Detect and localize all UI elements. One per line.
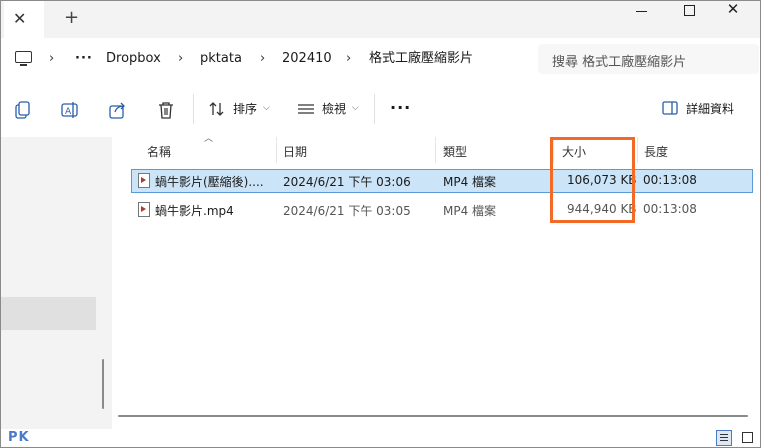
address-bar: › ··· Dropbox › pktata › 202410 › 格式工廠壓縮… xyxy=(1,38,760,82)
command-bar: A 排序 ⌵ 檢視 ⌵ ··· 詳細資料 xyxy=(1,82,760,137)
chevron-down-icon[interactable]: ⌵ xyxy=(263,103,270,113)
tab[interactable]: ✕ xyxy=(4,1,44,38)
minimize-icon xyxy=(636,11,647,12)
column-header-name[interactable]: 名稱 xyxy=(147,143,171,160)
file-type: MP4 檔案 xyxy=(443,204,497,218)
file-length: 00:13:08 xyxy=(643,202,697,216)
status-bar: PK xyxy=(1,429,760,447)
breadcrumb-chevron-icon[interactable]: › xyxy=(178,51,183,67)
details-pane-button[interactable]: 詳細資料 xyxy=(686,101,734,117)
sort-icon[interactable] xyxy=(209,101,225,117)
column-header-length[interactable]: 長度 xyxy=(644,143,668,160)
breadcrumb-chevron-icon[interactable]: › xyxy=(346,51,351,67)
close-window-button[interactable]: ✕ xyxy=(713,1,753,19)
search-box[interactable]: 搜尋 格式工廠壓縮影片 xyxy=(538,44,759,74)
column-divider[interactable] xyxy=(637,137,638,163)
close-tab-icon[interactable]: ✕ xyxy=(13,9,26,29)
video-file-icon xyxy=(138,202,150,217)
svg-text:A: A xyxy=(65,107,72,117)
navigation-pane xyxy=(1,137,112,429)
maximize-button[interactable] xyxy=(669,1,709,21)
sort-ascending-icon: ︿ xyxy=(204,134,214,144)
breadcrumb-item-pktata[interactable]: pktata xyxy=(200,51,242,67)
video-file-icon xyxy=(138,173,150,188)
nav-scrollbar[interactable] xyxy=(102,359,104,409)
maximize-icon xyxy=(684,5,695,16)
tiles-view-button[interactable] xyxy=(740,430,754,444)
more-options-button[interactable]: ··· xyxy=(390,98,411,117)
explorer-window: ✕ + ✕ › ··· Dropbox › pktata › 202410 › … xyxy=(0,0,761,448)
size-column-highlight-box xyxy=(550,137,635,223)
breadcrumb-item-current-folder[interactable]: 格式工廠壓縮影片 xyxy=(369,51,473,67)
file-type: MP4 檔案 xyxy=(443,175,497,189)
new-tab-button[interactable]: + xyxy=(64,8,79,28)
share-icon[interactable] xyxy=(109,101,127,119)
search-placeholder: 搜尋 格式工廠壓縮影片 xyxy=(552,55,687,70)
computer-icon[interactable] xyxy=(15,51,32,66)
breadcrumb-chevron-icon[interactable]: › xyxy=(49,51,54,67)
file-date: 2024/6/21 下午 03:05 xyxy=(283,204,411,218)
chevron-down-icon[interactable]: ⌵ xyxy=(352,103,359,113)
view-button[interactable]: 檢視 xyxy=(322,101,346,117)
file-date: 2024/6/21 下午 03:06 xyxy=(283,175,411,189)
file-name: 蝸牛影片.mp4 xyxy=(155,204,234,218)
watermark-logo: PK xyxy=(8,430,30,445)
breadcrumb-item-dropbox[interactable]: Dropbox xyxy=(106,51,161,67)
view-icon[interactable] xyxy=(297,101,315,117)
details-pane-icon[interactable] xyxy=(662,101,678,115)
toolbar-divider xyxy=(374,94,375,124)
column-header-date[interactable]: 日期 xyxy=(283,143,307,160)
file-length: 00:13:08 xyxy=(643,173,697,187)
horizontal-scrollbar[interactable] xyxy=(118,415,748,417)
toolbar-divider xyxy=(193,94,194,124)
copy-icon[interactable] xyxy=(15,101,31,119)
breadcrumb-chevron-icon[interactable]: › xyxy=(260,51,265,67)
nav-selected-item[interactable] xyxy=(1,297,96,330)
file-list: ︿ 名稱 日期 類型 大小 長度 蝸牛影片(壓縮後).... 2024/6/21… xyxy=(112,134,760,429)
file-row[interactable]: 蝸牛影片.mp4 2024/6/21 下午 03:05 MP4 檔案 944,9… xyxy=(132,199,752,221)
column-divider[interactable] xyxy=(435,137,436,163)
rename-icon[interactable]: A xyxy=(61,101,79,119)
file-row[interactable]: 蝸牛影片(壓縮後).... 2024/6/21 下午 03:06 MP4 檔案 … xyxy=(131,169,753,193)
sort-button[interactable]: 排序 xyxy=(233,101,257,117)
minimize-button[interactable] xyxy=(621,1,661,21)
file-name: 蝸牛影片(壓縮後).... xyxy=(155,175,264,189)
breadcrumb-item-202410[interactable]: 202410 xyxy=(282,51,332,67)
details-view-button[interactable] xyxy=(716,430,732,446)
column-header-type[interactable]: 類型 xyxy=(443,143,467,160)
breadcrumb-more-button[interactable]: ··· xyxy=(75,51,93,67)
delete-icon[interactable] xyxy=(158,101,174,119)
tab-strip: ✕ + ✕ xyxy=(1,1,760,38)
column-divider[interactable] xyxy=(276,137,277,163)
